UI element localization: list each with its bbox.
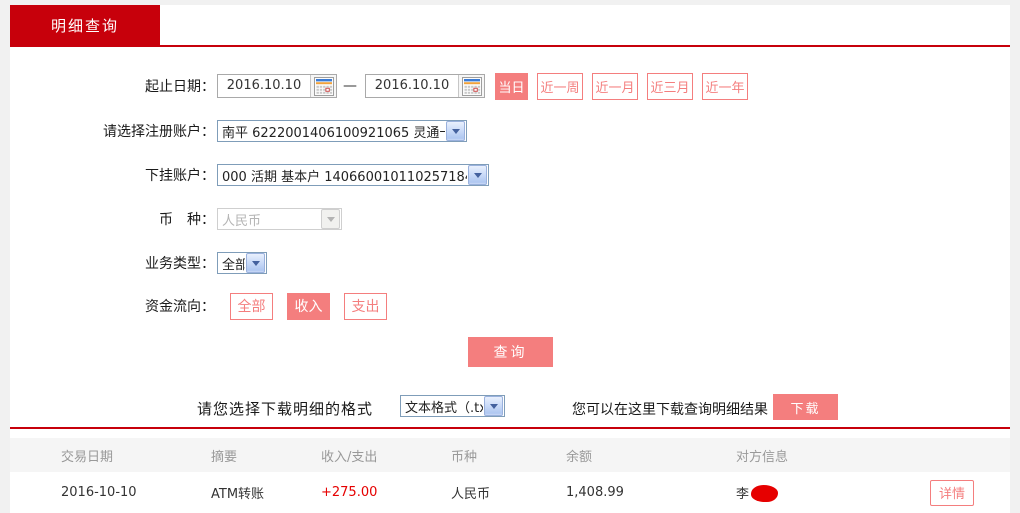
download-format-label: 请您选择下载明细的格式 bbox=[197, 398, 373, 419]
detail-button[interactable]: 详情 bbox=[930, 480, 974, 506]
registered-account-label: 请选择注册账户： bbox=[10, 121, 215, 141]
quick-range-quarter[interactable]: 近三月 bbox=[647, 73, 693, 100]
registered-account-select[interactable]: 南平 6222001406100921065 灵通卡 bbox=[217, 120, 467, 142]
registered-account-row: 请选择注册账户： 南平 6222001406100921065 灵通卡 bbox=[10, 118, 467, 144]
sub-account-value: 000 活期 基本户 1406600101102571848 bbox=[218, 166, 467, 185]
sub-account-row: 下挂账户： 000 活期 基本户 1406600101102571848 bbox=[10, 162, 489, 188]
start-date-value: 2016.10.10 bbox=[218, 75, 310, 97]
chevron-down-icon bbox=[321, 209, 340, 229]
download-button[interactable]: 下载 bbox=[773, 394, 838, 420]
start-date-input[interactable]: 2016.10.10 bbox=[217, 74, 337, 98]
row-balance: 1,408.99 bbox=[560, 485, 730, 500]
fund-flow-income-button[interactable]: 收入 bbox=[287, 293, 330, 320]
quick-range-year[interactable]: 近一年 bbox=[702, 73, 748, 100]
quick-range-today[interactable]: 当日 bbox=[495, 73, 528, 100]
red-divider bbox=[10, 427, 1010, 429]
counterparty-name: 李 bbox=[736, 487, 749, 502]
date-range-separator: — bbox=[337, 78, 363, 94]
date-range-row: 起止日期： 2016.10.10 — 2016.10.10 bbox=[10, 72, 748, 100]
row-summary: ATM转账 bbox=[205, 483, 315, 502]
download-format-select[interactable]: 文本格式（.txt） bbox=[400, 395, 505, 417]
fund-flow-row: 资金流向： 全部 收入 支出 bbox=[10, 292, 401, 320]
business-type-label: 业务类型： bbox=[10, 253, 215, 273]
business-type-value: 全部 bbox=[218, 254, 245, 273]
calendar-icon[interactable] bbox=[310, 75, 336, 97]
fund-flow-all-button[interactable]: 全部 bbox=[230, 293, 273, 320]
chevron-down-icon bbox=[246, 253, 265, 273]
fund-flow-label: 资金流向： bbox=[10, 296, 215, 316]
header-counterparty: 对方信息 bbox=[730, 446, 920, 465]
chevron-down-icon bbox=[484, 396, 503, 416]
quick-range-month[interactable]: 近一月 bbox=[592, 73, 638, 100]
end-date-value: 2016.10.10 bbox=[366, 75, 458, 97]
header-date: 交易日期 bbox=[55, 446, 205, 465]
currency-row: 币 种： 人民币 bbox=[10, 206, 342, 232]
row-amount: +275.00 bbox=[315, 485, 445, 500]
header-summary: 摘要 bbox=[205, 446, 315, 465]
results-table-header: 交易日期 摘要 收入/支出 币种 余额 对方信息 bbox=[10, 438, 1010, 472]
tab-bar: 明细查询 bbox=[10, 5, 1010, 47]
table-row: 2016-10-10 ATM转账 +275.00 人民币 1,408.99 李 … bbox=[10, 472, 1010, 513]
end-date-input[interactable]: 2016.10.10 bbox=[365, 74, 485, 98]
row-counterparty: 李 bbox=[730, 483, 920, 502]
chevron-down-icon bbox=[468, 165, 487, 185]
calendar-icon[interactable] bbox=[458, 75, 484, 97]
download-row: 请您选择下载明细的格式 文本格式（.txt） 您可以在这里下载查询明细结果 下载 bbox=[10, 394, 1010, 420]
quick-range-week[interactable]: 近一周 bbox=[537, 73, 583, 100]
currency-label: 币 种： bbox=[10, 209, 215, 229]
header-currency: 币种 bbox=[445, 446, 560, 465]
date-range-label: 起止日期： bbox=[10, 76, 215, 96]
row-action-cell: 详情 bbox=[920, 480, 1010, 506]
tab-detail-query[interactable]: 明细查询 bbox=[10, 5, 160, 45]
header-in-out: 收入/支出 bbox=[315, 446, 445, 465]
business-type-row: 业务类型： 全部 bbox=[10, 250, 267, 276]
row-currency: 人民币 bbox=[445, 483, 560, 502]
currency-value: 人民币 bbox=[218, 210, 320, 229]
currency-select: 人民币 bbox=[217, 208, 342, 230]
page: { "colors": { "brand_red": "#c7000b", "s… bbox=[0, 0, 1020, 513]
query-button[interactable]: 查询 bbox=[468, 337, 553, 367]
content-card: 明细查询 起止日期： 2016.10.10 — bbox=[10, 5, 1010, 513]
sub-account-select[interactable]: 000 活期 基本户 1406600101102571848 bbox=[217, 164, 489, 186]
registered-account-value: 南平 6222001406100921065 灵通卡 bbox=[218, 122, 445, 141]
business-type-select[interactable]: 全部 bbox=[217, 252, 267, 274]
sub-account-label: 下挂账户： bbox=[10, 165, 215, 185]
download-format-value: 文本格式（.txt） bbox=[401, 397, 483, 416]
fund-flow-expense-button[interactable]: 支出 bbox=[344, 293, 387, 320]
redaction-blob bbox=[751, 485, 778, 502]
chevron-down-icon bbox=[446, 121, 465, 141]
download-hint-label: 您可以在这里下载查询明细结果 bbox=[572, 399, 768, 419]
header-balance: 余额 bbox=[560, 446, 730, 465]
row-date: 2016-10-10 bbox=[55, 485, 205, 500]
